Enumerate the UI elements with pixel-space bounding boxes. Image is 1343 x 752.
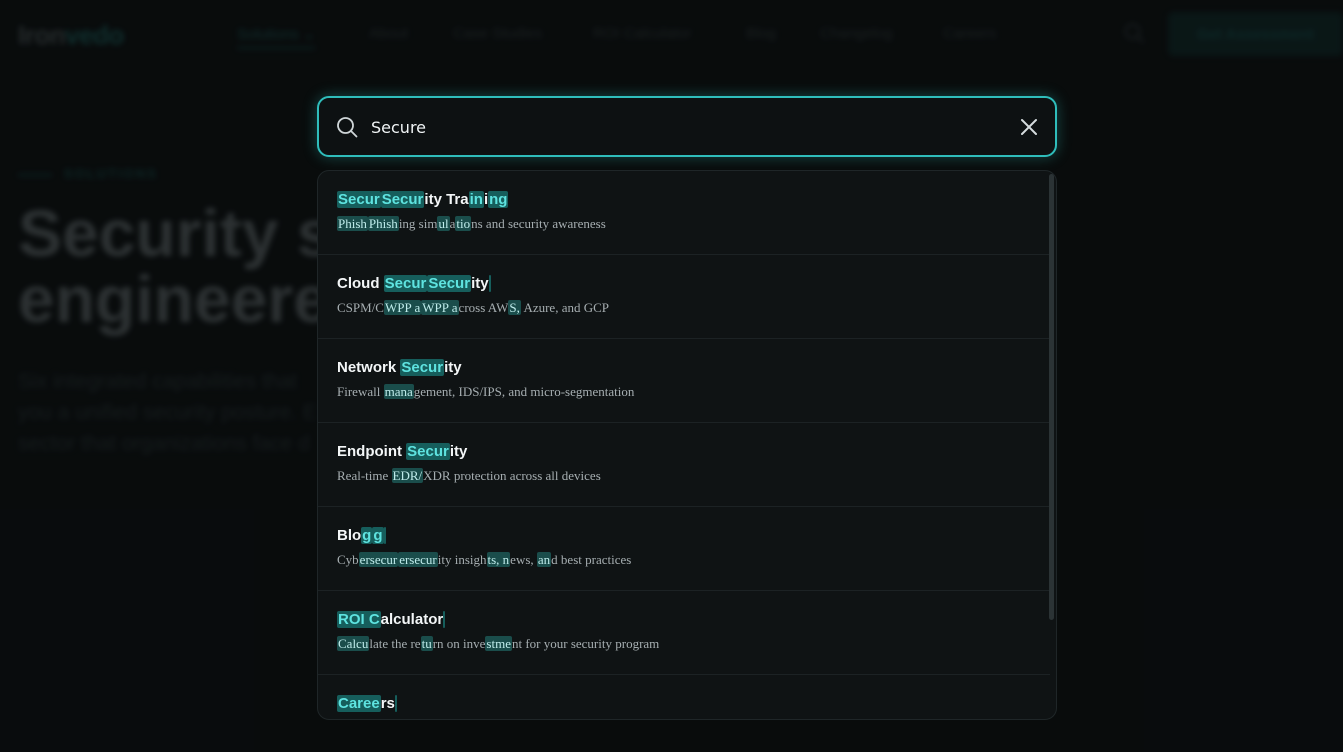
text-segment: rs bbox=[380, 695, 395, 712]
result-title: Network Security bbox=[337, 358, 1050, 378]
text-segment: Cyb bbox=[337, 552, 359, 567]
match-highlight: ul bbox=[437, 216, 450, 231]
text-segment: ity bbox=[444, 359, 462, 376]
search-result-item[interactable]: ROI Calculator Calculate the return on i… bbox=[318, 591, 1050, 675]
match-highlight: S, bbox=[508, 300, 521, 315]
text-segment: alculator bbox=[380, 611, 444, 628]
match-highlight bbox=[383, 527, 386, 544]
text-segment: ing sim bbox=[398, 216, 438, 231]
match-highlight: tio bbox=[455, 216, 472, 231]
search-result-item[interactable]: Network Security Firewall management, ID… bbox=[318, 339, 1050, 423]
match-highlight bbox=[488, 275, 491, 292]
match-highlight: ersecur bbox=[398, 552, 438, 567]
match-highlight: stme bbox=[485, 636, 512, 651]
text-segment: cross AW bbox=[458, 300, 509, 315]
match-highlight: Secur bbox=[337, 191, 381, 208]
match-highlight: Secur bbox=[380, 191, 425, 208]
match-highlight: WPP a bbox=[421, 300, 459, 315]
match-highlight: Secur bbox=[400, 359, 445, 376]
search-result-item[interactable]: Secur Security Training Phish Phishing sim… bbox=[318, 171, 1050, 255]
match-highlight: Secur bbox=[383, 275, 428, 292]
match-highlight: Phish bbox=[367, 216, 399, 231]
text-segment: Endpoint bbox=[337, 443, 407, 460]
text-segment: rn on inve bbox=[432, 636, 486, 651]
match-highlight: ng bbox=[488, 191, 509, 208]
text-segment: d best practices bbox=[551, 552, 632, 567]
match-highlight: EDR/ bbox=[391, 468, 424, 483]
text-segment: gement, IDS/IPS, and micro-segmentation bbox=[413, 384, 635, 399]
match-highlight: g bbox=[372, 527, 384, 544]
text-segment: Azure, and GCP bbox=[520, 300, 610, 315]
text-segment: late the re bbox=[369, 636, 421, 651]
result-description: Real-time EDR/XDR protection across all … bbox=[337, 467, 1050, 485]
search-icon bbox=[337, 117, 358, 138]
match-highlight bbox=[394, 695, 397, 712]
search-result-item[interactable]: Cloud Secur Security CSPM/CWPP a WPP acros… bbox=[318, 255, 1050, 339]
result-title: Blog g bbox=[337, 526, 1050, 546]
match-highlight bbox=[443, 611, 446, 628]
match-highlight: ROI C bbox=[337, 611, 381, 628]
match-highlight: ts, n bbox=[486, 552, 511, 567]
result-title: Cloud Secur Security bbox=[337, 274, 1050, 294]
match-highlight: in bbox=[468, 191, 484, 208]
search-result-item[interactable]: Blog g Cybersecur ersecurity insights, new… bbox=[318, 507, 1050, 591]
result-title: ROI Calculator bbox=[337, 610, 1050, 630]
match-highlight: mana bbox=[383, 384, 414, 399]
text-segment: Real-time bbox=[337, 468, 392, 483]
result-description: Calculate the return on investment for y… bbox=[337, 635, 1050, 653]
match-highlight: tu bbox=[420, 636, 433, 651]
match-highlight: Phish bbox=[337, 216, 368, 231]
text-segment: nt for your security program bbox=[511, 636, 660, 651]
text-segment: ity insigh bbox=[437, 552, 487, 567]
result-description: Firewall management, IDS/IPS, and micro-… bbox=[337, 383, 1050, 401]
close-icon[interactable] bbox=[1017, 115, 1041, 139]
match-highlight: Secur bbox=[406, 443, 450, 460]
match-highlight: an bbox=[536, 552, 552, 567]
match-highlight: WPP a bbox=[383, 300, 422, 315]
result-description bbox=[337, 719, 1050, 720]
match-highlight: Caree bbox=[337, 695, 381, 712]
text-segment: ns and security awareness bbox=[471, 216, 606, 231]
result-description: Cybersecur ersecurity insights, news, and… bbox=[337, 551, 1050, 569]
search-result-item[interactable]: Endpoint Security Real-time EDR/XDR prot… bbox=[318, 423, 1050, 507]
result-title: Endpoint Security bbox=[337, 442, 1050, 462]
text-segment: ews, bbox=[510, 552, 537, 567]
result-title: Careers bbox=[337, 694, 1050, 714]
match-highlight: Calcu bbox=[337, 636, 370, 651]
text-segment: XDR protection across all devices bbox=[423, 468, 601, 483]
match-highlight: g bbox=[361, 527, 373, 544]
text-segment: Firewall bbox=[337, 384, 384, 399]
text-segment: ity bbox=[449, 443, 468, 460]
search-result-item[interactable]: Careers bbox=[318, 675, 1050, 720]
result-description: CSPM/CWPP a WPP across AWS, Azure, and GC… bbox=[337, 299, 1050, 317]
search-bar bbox=[317, 96, 1057, 157]
search-results-list: Secur Security Training Phish Phishing sim… bbox=[317, 170, 1057, 720]
match-highlight: Secur bbox=[427, 275, 472, 292]
text-segment: Cloud bbox=[337, 275, 384, 292]
scrollbar[interactable] bbox=[1049, 174, 1054, 620]
text-segment: Network bbox=[337, 359, 401, 376]
text-segment: ity Tra bbox=[424, 191, 469, 208]
text-segment: ity bbox=[471, 275, 489, 292]
result-description: Phish Phishing simulations and security a… bbox=[337, 215, 1050, 233]
result-title: Secur Security Training bbox=[337, 190, 1050, 210]
text-segment: CSPM/C bbox=[337, 300, 384, 315]
match-highlight: ersecur bbox=[358, 552, 399, 567]
text-segment: Blo bbox=[337, 527, 362, 544]
search-input[interactable] bbox=[371, 112, 1001, 142]
